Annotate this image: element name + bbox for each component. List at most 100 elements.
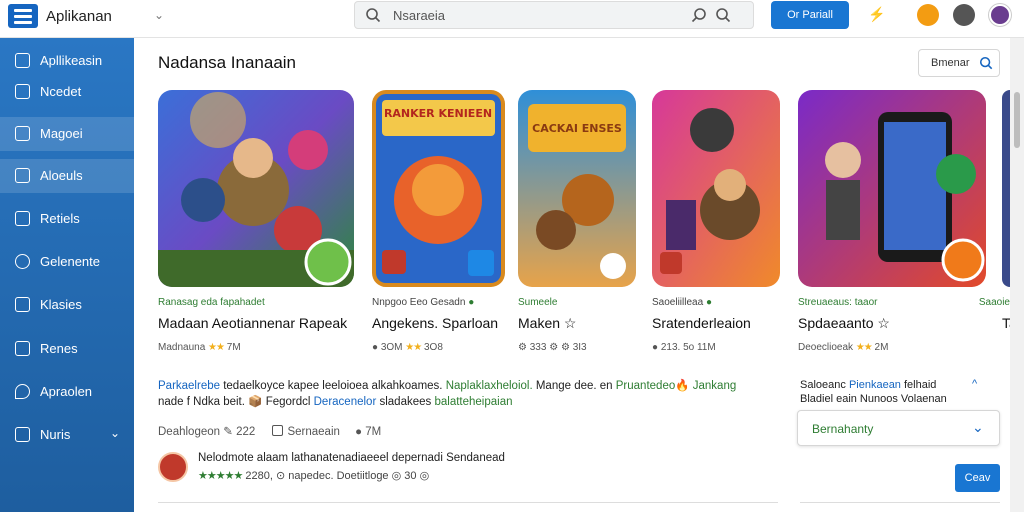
app-name[interactable]: Ta	[1002, 315, 1010, 331]
star-icon: ★★	[208, 342, 225, 353]
search-icon[interactable]	[715, 7, 731, 23]
menu-icon[interactable]	[8, 4, 38, 28]
review-meta: ★★★★★ 2280, ⊙ napedec. Doetiitloge ◎ 30 …	[198, 469, 429, 482]
clock-icon: ⊙	[275, 470, 286, 482]
app-thumbnail[interactable]	[798, 90, 986, 287]
desc-link[interactable]: balatteheipaian	[434, 396, 512, 408]
sidebar-item-ncedet[interactable]: Ncedet	[0, 75, 134, 109]
sidebar-item-apps[interactable]: Apllikeasin	[0, 44, 134, 78]
app-name[interactable]: Maken ☆	[518, 315, 576, 332]
app-thumbnail[interactable]: CACKAI ENSES	[518, 90, 636, 287]
app-description: Parkaelrebe tedaelkoyce kapee leeloioea …	[158, 378, 778, 410]
edit-icon[interactable]: ✎	[223, 426, 233, 438]
app-meta: ● 3OM ★★ 3O8	[372, 342, 443, 353]
app-meta: Madnauna ★★ 7M	[158, 342, 241, 353]
sidebar-item-label: Klasies	[40, 297, 82, 312]
app-subtitle: Nnpgoo Eeo Gesadn ●	[372, 297, 474, 308]
scrollbar[interactable]	[1010, 38, 1024, 512]
sidebar-item-renes[interactable]: Renes	[0, 332, 134, 366]
search-input[interactable]: Nsaraeia	[393, 8, 445, 23]
sidebar-item-label: Nuris	[40, 427, 71, 442]
app-name[interactable]: Madaan Aeotiannenar Rapeak	[158, 315, 347, 331]
app-thumbnail[interactable]	[652, 90, 780, 287]
review-title: Nelodmote alaam lathanatenadiaeeel deper…	[198, 452, 505, 464]
app-subtitle-text: Nnpgoo Eeo Gesadn	[372, 297, 466, 308]
avatar[interactable]	[158, 452, 188, 482]
avatar[interactable]	[989, 4, 1011, 26]
section-search-label: Bmenar	[931, 57, 970, 69]
calendar-icon	[15, 297, 30, 312]
review-author[interactable]: napedec.	[288, 470, 333, 482]
side-panel-text-part: Saloeanc	[800, 379, 849, 391]
desc-link[interactable]: Pruantedeo	[616, 380, 675, 392]
app-thumbnail[interactable]: RANKER KENIEEN	[372, 90, 505, 287]
settings-icon: ⚙	[518, 342, 527, 353]
divider	[800, 502, 1000, 503]
app-thumbnail[interactable]	[158, 90, 354, 287]
sidebar-item-magoei[interactable]: Magoei	[0, 117, 134, 151]
checkbox[interactable]	[272, 425, 284, 436]
checkbox-label[interactable]: Sernaeain	[287, 426, 339, 438]
sidebar-item-label: Gelenente	[40, 254, 100, 269]
app-rating: 5o 11M	[683, 342, 716, 353]
chevron-down-icon: ⌄	[972, 419, 984, 435]
app-meta-label: 213.	[660, 342, 681, 353]
app-thumbnail[interactable]	[1002, 90, 1010, 287]
share-icon[interactable]: ⚡	[868, 6, 890, 28]
flame-icon: 🔥	[675, 380, 690, 392]
app-name-text: Spdaeaanto	[798, 315, 874, 331]
book-icon	[15, 126, 30, 141]
apps-icon	[15, 53, 30, 68]
star-outline-icon: ☆	[877, 315, 890, 331]
side-panel-text: Saloeanc Pienkaean felhaid Bladiel eain …	[800, 378, 1000, 406]
side-panel-dropdown[interactable]: Bernahanty ⌄	[797, 410, 1000, 446]
action-button[interactable]: Ceav	[955, 464, 1000, 492]
app-subtitle: Streuaeaus: taaor	[798, 297, 878, 308]
coin-icon: ◎	[419, 470, 430, 482]
sidebar-item-klasies[interactable]: Klasies	[0, 288, 134, 322]
sidebar-item-label: Retiels	[40, 211, 80, 226]
sidebar-item-label: Magoei	[40, 126, 83, 141]
chevron-down-icon[interactable]: ⌄	[154, 8, 164, 22]
desc-text: tedaelkoyce kapee leeloioea alkahkoames.	[220, 380, 446, 392]
app-meta: ● 213. 5o 11M	[652, 342, 716, 353]
sidebar-item-gelenente[interactable]: Gelenente	[0, 245, 134, 279]
verified-icon: ●	[468, 297, 475, 308]
desc-text: Mange dee. en	[535, 380, 616, 392]
search-icon[interactable]	[691, 7, 707, 23]
app-subtitle: Saoeliilleaa ●	[652, 297, 712, 308]
art-title: RANKER KENIEEN	[384, 107, 492, 120]
app-rating: 3I3	[572, 342, 587, 353]
app-meta: Deoeclioeak ★★ 2M	[798, 342, 888, 353]
coin-icon: ◎	[391, 470, 402, 482]
side-panel-link[interactable]: Pienkaean	[849, 379, 901, 391]
sidebar-item-aloeuls[interactable]: Aloeuls	[0, 159, 134, 193]
primary-button[interactable]: Or Pariall	[771, 1, 849, 29]
desc-link[interactable]: Parkaelrebe	[158, 380, 220, 392]
description-meta: Deahlogeon ✎ 222 Sernaeain ● 7M	[158, 424, 381, 438]
section-search-button[interactable]: Bmenar	[918, 49, 1000, 77]
app-meta-label: 3OM	[380, 342, 403, 353]
scrollbar-thumb[interactable]	[1014, 92, 1020, 148]
dropdown-value: Bernahanty	[812, 422, 874, 436]
chevron-up-icon[interactable]: ^	[972, 378, 977, 390]
app-name[interactable]: Angekens. Sparloan	[372, 315, 498, 331]
app-name[interactable]: Spdaeaanto ☆	[798, 315, 890, 332]
chevron-down-icon[interactable]: ⌄	[110, 426, 120, 440]
coin-icon[interactable]	[917, 4, 939, 26]
settings-icon[interactable]	[953, 4, 975, 26]
desc-link[interactable]: Deracenelor	[314, 396, 377, 408]
sidebar: Apllikeasin Ncedet Magoei Aloeuls Retiel…	[0, 38, 134, 512]
desc-link[interactable]: Jankang	[690, 380, 737, 392]
app-subtitle: Ranasag eda fapahadet	[158, 297, 265, 308]
sidebar-item-nuris[interactable]: Nuris ⌄	[0, 418, 134, 452]
desc-link[interactable]: Naplaklaxheloiol.	[446, 380, 536, 392]
app-name[interactable]: Sratenderleaion	[652, 315, 751, 331]
main-content: Nadansa Inanaain Bmenar Ranasag eda fapa…	[134, 38, 1010, 512]
sidebar-item-retiels[interactable]: Retiels	[0, 202, 134, 236]
search-bar[interactable]: Nsaraeia	[354, 1, 754, 29]
app-subtitle: Sumeele	[518, 297, 558, 308]
sidebar-item-apraolen[interactable]: Apraolen	[0, 375, 134, 409]
star-icon: ★★	[855, 342, 873, 353]
comment-icon: ●	[355, 426, 363, 438]
